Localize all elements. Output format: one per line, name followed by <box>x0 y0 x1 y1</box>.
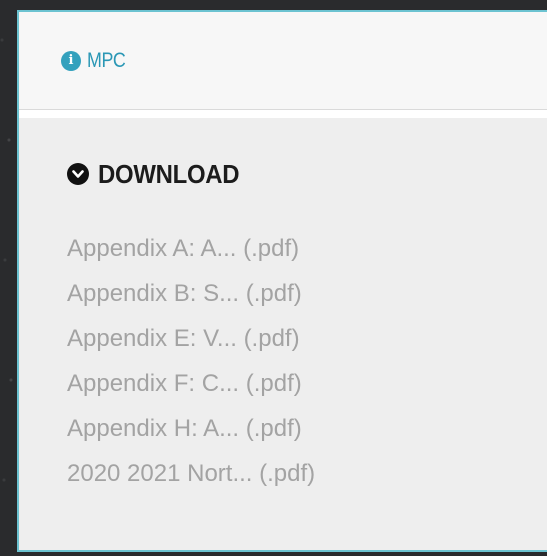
download-file-list: Appendix A: A... (.pdf) Appendix B: S...… <box>67 231 547 501</box>
file-link-appendix-f[interactable]: Appendix F: C... (.pdf) <box>67 366 547 411</box>
download-heading: DOWNLOAD <box>98 158 240 189</box>
download-toggle[interactable]: DOWNLOAD <box>67 158 547 190</box>
panel-header[interactable]: i MPC <box>19 12 547 110</box>
file-link-2020-2021[interactable]: 2020 2021 Nort... (.pdf) <box>67 456 547 501</box>
file-link-appendix-a[interactable]: Appendix A: A... (.pdf) <box>67 231 547 276</box>
file-link-appendix-h[interactable]: Appendix H: A... (.pdf) <box>67 411 547 456</box>
header-divider <box>19 110 547 118</box>
panel-body: DOWNLOAD Appendix A: A... (.pdf) Appendi… <box>19 118 547 501</box>
chevron-down-icon <box>67 163 89 185</box>
info-icon: i <box>61 50 81 71</box>
mpc-panel: i MPC DOWNLOAD Appendix A: A... (.pdf) A… <box>17 10 547 552</box>
file-link-appendix-e[interactable]: Appendix E: V... (.pdf) <box>67 321 547 366</box>
file-link-appendix-b[interactable]: Appendix B: S... (.pdf) <box>67 276 547 321</box>
panel-title[interactable]: MPC <box>87 49 126 73</box>
